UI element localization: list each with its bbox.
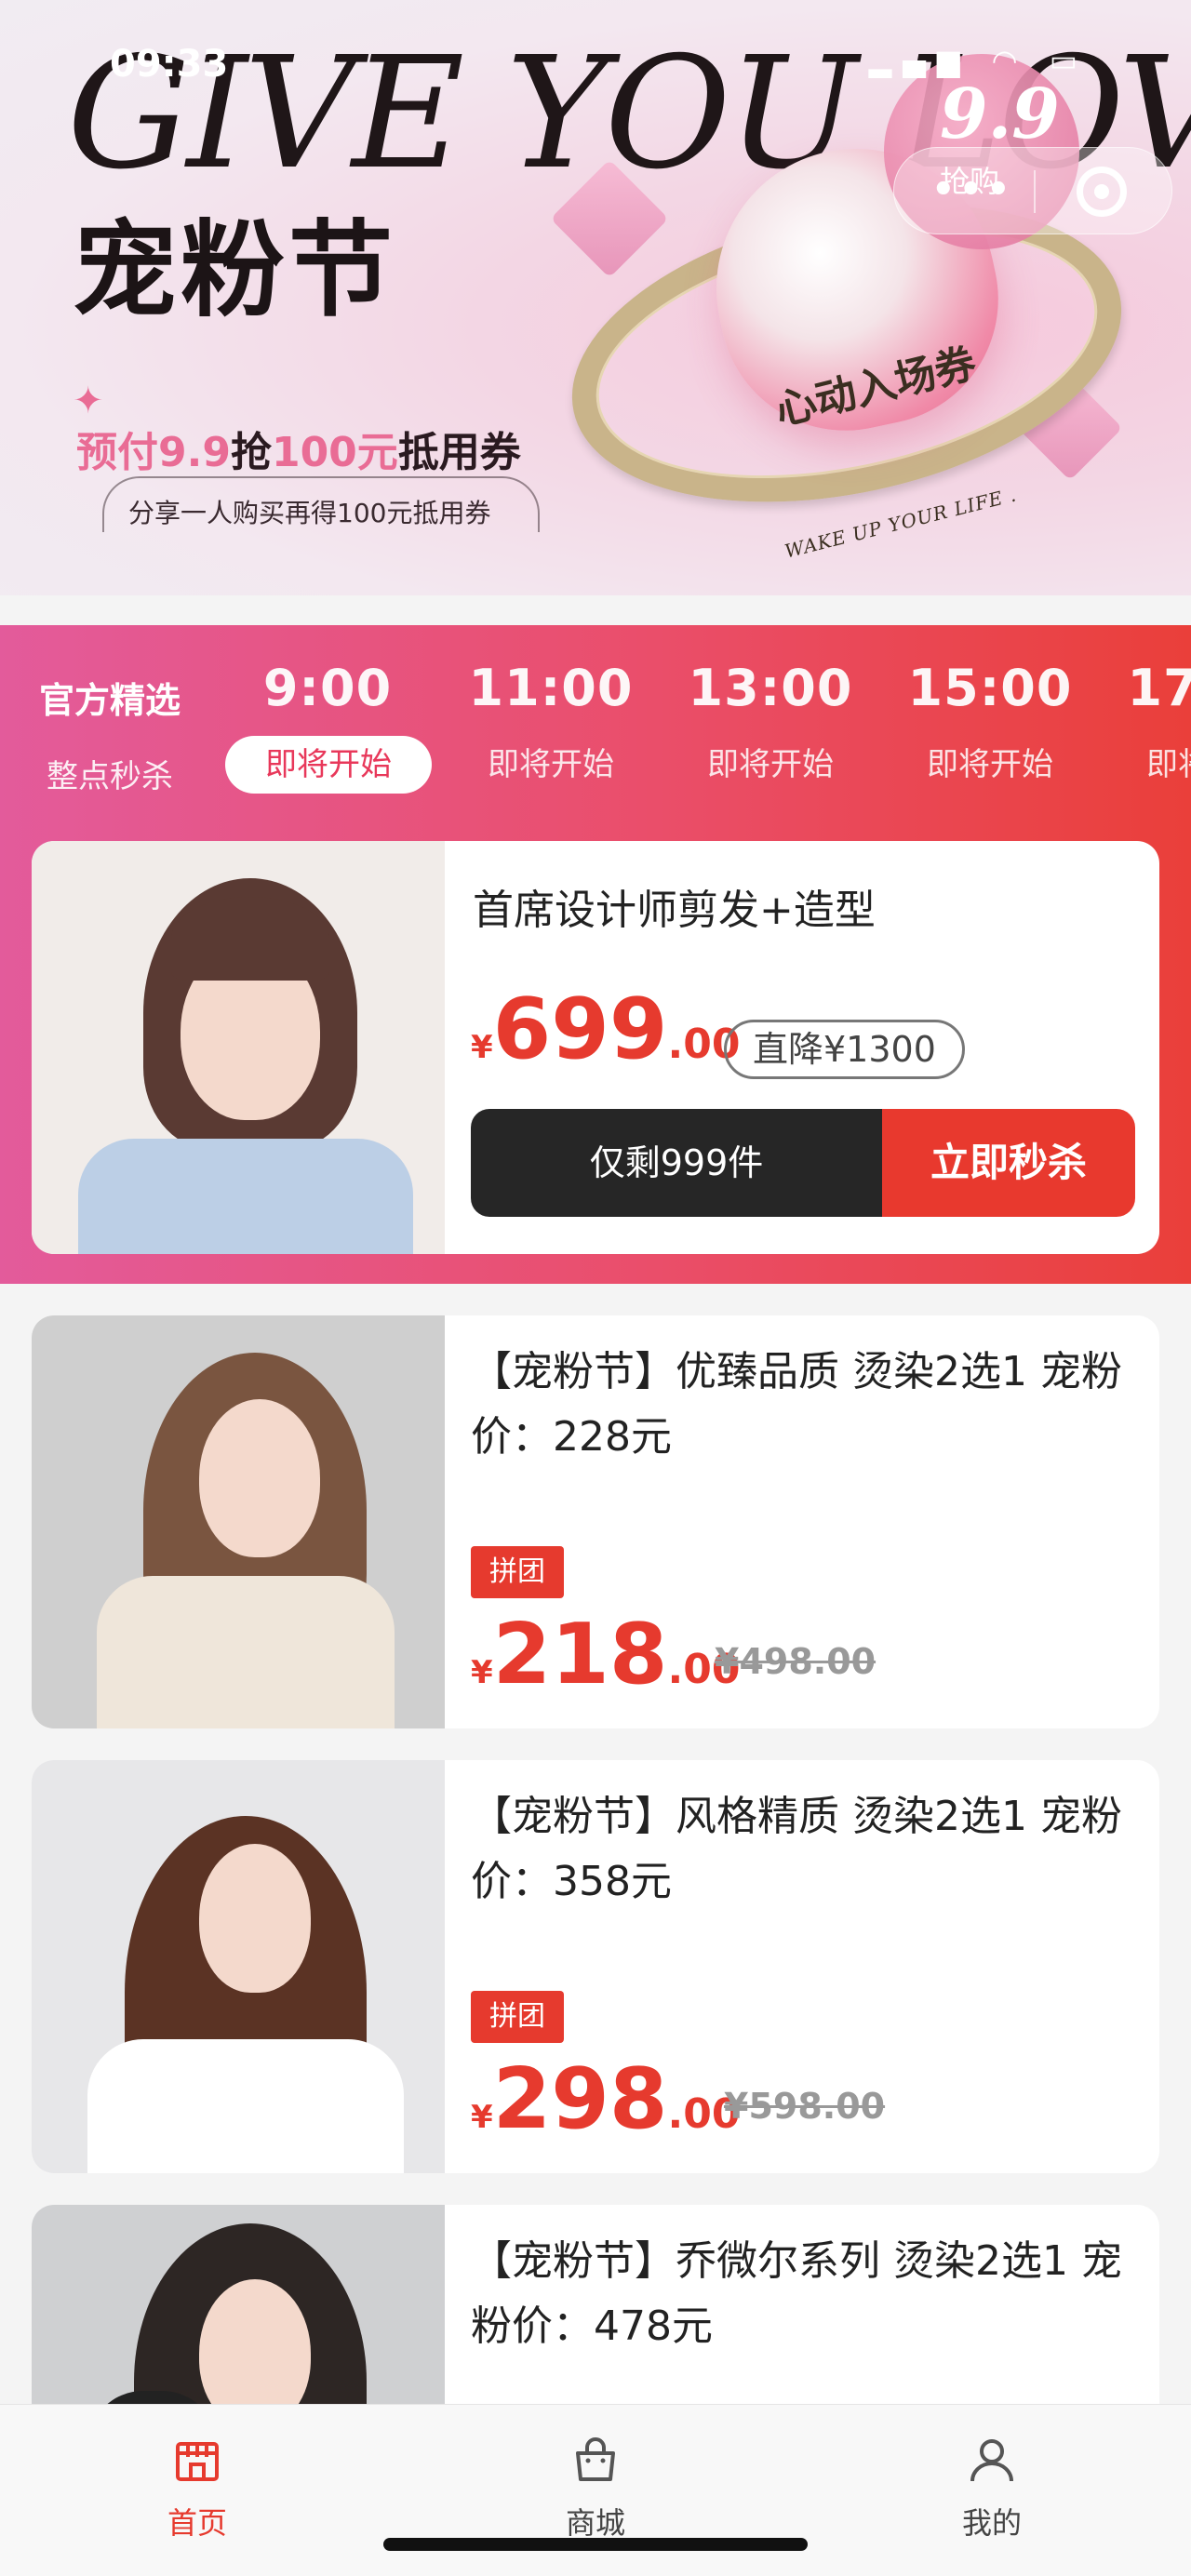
face-shape (199, 1844, 311, 1993)
slot-time: 9:00 (262, 659, 393, 717)
slot-status: 即将开始 (927, 746, 1053, 783)
promo-part: 抵用券 (397, 429, 521, 476)
product-title: 【宠粉节】风格精质 烫染2选1 宠粉价：358元 (471, 1793, 1122, 1905)
status-icons: ▂▄▆ ◠ ▭ (868, 43, 1089, 78)
hero-sub: 分享一人购买再得100元抵用券 (128, 498, 491, 528)
status-time: 09:33 (110, 43, 229, 86)
product-price: ¥218.00 (471, 1606, 741, 1703)
price-currency: ¥ (471, 1029, 493, 1066)
promo-part: 100元 (271, 429, 398, 476)
slot-time: 15:00 (907, 659, 1073, 717)
group-buy-tag: 拼团 (471, 1546, 564, 1598)
tab-label: 首页 (167, 2505, 227, 2541)
time-slot-tab[interactable]: 11:00 即将开始 (448, 659, 653, 794)
product-image[interactable] (32, 1760, 445, 2173)
body-shape (97, 1576, 395, 1728)
flash-sale-section: 官方精选 整点秒杀 9:00 即将开始 11:00 即将开始 13:00 即将开… (0, 625, 1191, 1284)
tab-mine[interactable]: 我的 (899, 2429, 1085, 2543)
slot-time: 11:00 (468, 659, 634, 717)
flash-buy-button[interactable]: 立即秒杀 (882, 1109, 1135, 1217)
tab-label: 商城 (565, 2505, 625, 2541)
slot-status: 即将开始 (488, 746, 614, 783)
time-slot-tab[interactable]: 13:00 即将开始 (668, 659, 873, 794)
product-card[interactable]: 【宠粉节】风格精质 烫染2选1 宠粉价：358元 拼团 ¥298.00 ¥598… (32, 1760, 1159, 2173)
flash-sale-card[interactable]: 首席设计师剪发+造型 ¥699.00 直降¥1300 仅剩999件 立即秒杀 (32, 841, 1159, 1254)
shop-icon (104, 2429, 290, 2490)
product-title: 首席设计师剪发+造型 (473, 887, 876, 934)
promo-part: 9.9 (158, 429, 231, 476)
tab-mall[interactable]: 商城 (502, 2429, 689, 2543)
group-buy-tag: 拼团 (471, 1991, 564, 2043)
face-shape (199, 1399, 320, 1557)
time-slot-tab[interactable]: 15:00 即将开始 (888, 659, 1092, 794)
hero-promo: 预付9.9抢100元抵用券 (76, 419, 521, 478)
bag-icon (502, 2429, 689, 2490)
flash-sale-tabs: 官方精选 整点秒杀 9:00 即将开始 11:00 即将开始 13:00 即将开… (0, 625, 1191, 811)
hero-title: 宠粉节 (73, 209, 396, 331)
flash-sale-label: 官方精选 整点秒杀 (28, 672, 192, 796)
bangs-shape (171, 897, 329, 981)
slot-status: 即将开始 (225, 736, 432, 794)
label-line2: 整点秒杀 (47, 758, 173, 795)
home-indicator (383, 2538, 808, 2551)
sparkle-icon: ✦ (73, 380, 104, 422)
price-integer: 298 (492, 2050, 668, 2148)
price-currency: ¥ (471, 1654, 493, 1691)
price-currency: ¥ (471, 2099, 493, 2136)
product-title: 【宠粉节】优臻品质 烫染2选1 宠粉价：228元 (471, 1348, 1122, 1461)
more-icon[interactable]: ••• (931, 168, 1014, 211)
body-shape (78, 1139, 413, 1254)
time-slot-tab[interactable]: 17:00 即将开始 (1107, 659, 1191, 794)
product-image[interactable] (32, 1315, 445, 1728)
product-title: 【宠粉节】乔微尔系列 烫染2选1 宠粉价：478元 (471, 2237, 1122, 2350)
original-price: ¥598.00 (724, 2086, 886, 2127)
close-icon[interactable] (1077, 167, 1127, 217)
price-integer: 218 (492, 1606, 668, 1703)
buy-bar: 仅剩999件 立即秒杀 (471, 1109, 1135, 1217)
capsule-divider (1034, 170, 1036, 213)
tab-home[interactable]: 首页 (104, 2429, 290, 2543)
slot-status: 即将开始 (707, 746, 834, 783)
original-price: ¥498.00 (715, 1641, 877, 1682)
product-card[interactable]: 【宠粉节】优臻品质 烫染2选1 宠粉价：228元 拼团 ¥218.00 ¥498… (32, 1315, 1159, 1728)
product-price: ¥699.00 (471, 981, 741, 1078)
miniapp-capsule: ••• (893, 147, 1172, 234)
slot-time: 17:00 (1127, 659, 1191, 717)
stock-indicator: 仅剩999件 (471, 1109, 882, 1217)
product-image[interactable] (32, 841, 445, 1254)
slot-time: 13:00 (688, 659, 853, 717)
status-bar: 09:33 ▂▄▆ ◠ ▭ (0, 0, 1191, 93)
product-price: ¥298.00 (471, 2050, 741, 2148)
time-slot-tab[interactable]: 9:00 即将开始 (225, 659, 432, 794)
label-line1: 官方精选 (38, 680, 181, 721)
promo-part: 抢 (230, 429, 272, 476)
price-integer: 699 (492, 981, 668, 1078)
promo-part: 预付 (76, 429, 158, 476)
user-icon (899, 2429, 1085, 2490)
slot-status: 即将开始 (1146, 746, 1191, 783)
price-drop-tag: 直降¥1300 (724, 1020, 965, 1079)
tab-label: 我的 (961, 2505, 1022, 2541)
body-shape (87, 2039, 404, 2173)
